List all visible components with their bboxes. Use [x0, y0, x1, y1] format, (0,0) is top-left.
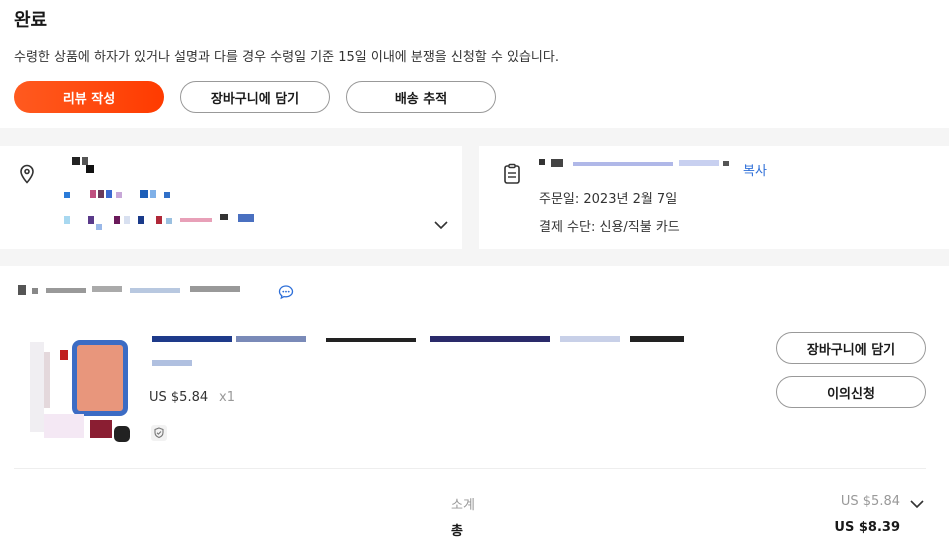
- buyer-protection-shield-icon: [151, 425, 167, 441]
- receipt-icon: [504, 163, 520, 184]
- write-review-button[interactable]: 리뷰 작성: [14, 81, 164, 113]
- total-value: US $8.39: [834, 520, 900, 535]
- add-to-cart-button[interactable]: 장바구니에 담기: [180, 81, 330, 113]
- item-price: US $5.84: [149, 390, 209, 405]
- payment-method: 결제 수단: 신용/직불 카드: [539, 220, 680, 235]
- status-title: 완료: [14, 10, 48, 31]
- chat-icon[interactable]: [278, 284, 294, 300]
- shipping-address-card: [0, 146, 462, 249]
- subtotal-value: US $5.84: [840, 494, 900, 509]
- product-image-panel: [72, 340, 128, 416]
- dispute-notice: 수령한 상품에 하자가 있거나 설명과 다를 경우 수령일 기준 15일 이내에…: [14, 50, 559, 65]
- chevron-down-icon[interactable]: [432, 218, 450, 232]
- order-status-section: 완료 수령한 상품에 하자가 있거나 설명과 다를 경우 수령일 기준 15일 …: [0, 0, 949, 128]
- item-quantity: x1: [219, 390, 235, 405]
- order-info-card: 복사 주문일: 2023년 2월 7일 결제 수단: 신용/직불 카드: [479, 146, 949, 249]
- product-thumbnail[interactable]: [30, 334, 134, 444]
- subtotal-label: 소계: [451, 498, 475, 513]
- chevron-down-icon[interactable]: [908, 498, 926, 512]
- order-date: 주문일: 2023년 2월 7일: [539, 192, 678, 207]
- total-label: 총: [451, 524, 463, 539]
- section-divider: [14, 468, 926, 469]
- item-add-to-cart-button[interactable]: 장바구니에 담기: [776, 332, 926, 364]
- order-items-section: US $5.84 x1 장바구니에 담기 이의신청 소계 US $5.84 총 …: [0, 266, 949, 546]
- copy-order-number-link[interactable]: 복사: [743, 160, 767, 179]
- track-delivery-button[interactable]: 배송 추적: [346, 81, 496, 113]
- location-pin-icon: [20, 164, 34, 184]
- dispute-button[interactable]: 이의신청: [776, 376, 926, 408]
